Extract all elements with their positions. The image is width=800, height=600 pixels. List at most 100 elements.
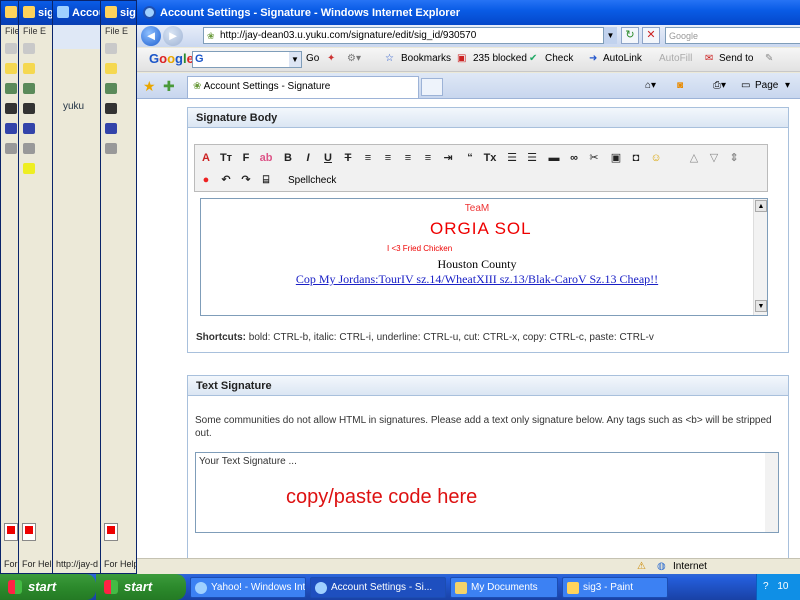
text-color-icon[interactable]: A bbox=[199, 151, 213, 165]
tab-chevron-down-icon[interactable]: ▾ bbox=[785, 80, 790, 91]
picker-icon[interactable] bbox=[105, 83, 117, 94]
bookmarks-button[interactable]: Bookmarks bbox=[401, 53, 451, 64]
task-account-settings[interactable]: Account Settings - Si... bbox=[310, 577, 446, 598]
brush-icon[interactable] bbox=[5, 123, 17, 134]
settings-icon[interactable]: ⚙▾ bbox=[347, 53, 361, 64]
start-button-duplicate[interactable]: start bbox=[96, 574, 186, 600]
highlight-icon[interactable]: ab bbox=[259, 151, 273, 165]
task-paint[interactable]: sig3 - Paint bbox=[562, 577, 668, 598]
task-yahoo[interactable]: Yahoo! - Windows Int... bbox=[190, 577, 306, 598]
brush-icon[interactable] bbox=[23, 123, 35, 134]
picker-icon[interactable] bbox=[5, 83, 17, 94]
brush-icon[interactable] bbox=[105, 123, 117, 134]
system-tray[interactable]: ? 10 bbox=[756, 574, 800, 600]
paint-title-bar[interactable]: sig3 bbox=[19, 1, 53, 25]
fill-icon[interactable] bbox=[23, 163, 35, 174]
strikethrough-icon[interactable]: T bbox=[341, 151, 355, 165]
stop-button[interactable]: ✕ bbox=[642, 27, 660, 44]
feeds-icon[interactable]: ◙ bbox=[677, 80, 683, 91]
align-center-icon[interactable]: ≡ bbox=[381, 151, 395, 165]
eraser-icon[interactable] bbox=[5, 63, 17, 74]
task-my-documents[interactable]: My Documents bbox=[450, 577, 558, 598]
eraser-icon[interactable] bbox=[23, 63, 35, 74]
undo-icon[interactable]: ↶ bbox=[219, 173, 233, 187]
justify-icon[interactable]: ≡ bbox=[421, 151, 435, 165]
italic-icon[interactable]: I bbox=[301, 151, 315, 165]
home-icon[interactable]: ⌂▾ bbox=[645, 80, 656, 91]
pagerank-icon[interactable]: ✦ bbox=[327, 53, 335, 64]
autofill-button[interactable]: AutoFill bbox=[659, 53, 692, 64]
editor-scrollbar[interactable]: ▲ ▼ bbox=[753, 199, 767, 315]
text-signature-scrollbar[interactable] bbox=[765, 453, 778, 532]
signature-editor[interactable]: TeaM ORGIA SOL I <3 Fried Chicken Housto… bbox=[200, 198, 768, 316]
ie-back-title-bar[interactable]: Account bbox=[53, 1, 103, 25]
smiley-icon[interactable]: ☺ bbox=[649, 151, 663, 165]
line-icon[interactable] bbox=[105, 143, 117, 154]
new-tab-button[interactable] bbox=[421, 78, 443, 96]
clear-format-icon[interactable]: Tx bbox=[483, 151, 497, 165]
tab-account-settings[interactable]: ❀ Account Settings - Signature bbox=[187, 76, 419, 98]
paint-title-bar[interactable]: sig3 bbox=[101, 1, 137, 25]
indent-icon[interactable]: ⇥ bbox=[441, 151, 455, 165]
chevron-down-icon[interactable]: ▼ bbox=[289, 52, 301, 67]
horizontal-rule-icon[interactable]: ▬ bbox=[547, 151, 561, 165]
scroll-down-icon[interactable]: ▼ bbox=[755, 300, 767, 312]
eraser-icon[interactable] bbox=[105, 63, 117, 74]
font-size-icon[interactable]: Tт bbox=[219, 151, 233, 165]
unlink-icon[interactable]: ✂ bbox=[587, 151, 601, 165]
align-left-icon[interactable]: ≡ bbox=[361, 151, 375, 165]
ie-title-bar[interactable]: Account Settings - Signature - Windows I… bbox=[137, 0, 800, 25]
forward-button[interactable]: ► bbox=[163, 26, 183, 46]
address-dropdown-chevron-icon[interactable]: ▼ bbox=[603, 27, 617, 44]
picker-icon[interactable] bbox=[23, 83, 35, 94]
help-icon[interactable]: ? bbox=[763, 581, 769, 592]
font-face-icon[interactable]: F bbox=[239, 151, 253, 165]
refresh-button[interactable]: ↻ bbox=[621, 27, 639, 44]
spellcheck-button[interactable]: Spellcheck bbox=[288, 175, 336, 186]
shrink-up-icon[interactable]: △ bbox=[687, 151, 701, 165]
bold-icon[interactable]: B bbox=[281, 151, 295, 165]
paint-menu[interactable]: File E bbox=[101, 25, 137, 39]
video-icon[interactable]: ◘ bbox=[629, 151, 643, 165]
resize-icon[interactable]: ⇕ bbox=[727, 151, 741, 165]
page-menu[interactable]: Page bbox=[755, 80, 778, 91]
google-logo[interactable]: Google bbox=[149, 51, 194, 66]
pencil-icon[interactable]: ✎ bbox=[765, 53, 773, 64]
select-tool-icon[interactable] bbox=[105, 43, 117, 54]
google-go-button[interactable]: Go bbox=[306, 53, 319, 64]
flash-icon[interactable]: ● bbox=[199, 173, 213, 187]
scroll-up-icon[interactable]: ▲ bbox=[755, 200, 767, 212]
paint-window-back-3[interactable]: sig3 File E For Help bbox=[100, 0, 138, 574]
start-button[interactable]: start bbox=[0, 574, 96, 600]
quote-icon[interactable]: “ bbox=[463, 151, 477, 165]
color-palette[interactable] bbox=[22, 523, 36, 541]
ie-window-back[interactable]: Account yuku http://jay-d bbox=[52, 0, 104, 574]
print-icon[interactable]: ⎙▾ bbox=[713, 80, 726, 91]
color-palette[interactable] bbox=[4, 523, 18, 541]
ordered-list-icon[interactable]: ☰ bbox=[505, 151, 519, 165]
autolink-button[interactable]: AutoLink bbox=[603, 53, 642, 64]
pencil-icon[interactable] bbox=[23, 103, 35, 114]
back-button[interactable]: ◄ bbox=[141, 26, 161, 46]
paint-menu[interactable]: File E bbox=[19, 25, 53, 39]
popup-blocked-count[interactable]: 235 blocked bbox=[473, 53, 527, 64]
line-icon[interactable] bbox=[5, 143, 17, 154]
html-source-icon[interactable]: ⌸ bbox=[259, 173, 273, 187]
image-icon[interactable]: ▣ bbox=[609, 151, 623, 165]
send-to-button[interactable]: Send to bbox=[719, 53, 753, 64]
address-bar[interactable]: ❀ http://jay-dean03.u.yuku.com/signature… bbox=[203, 27, 617, 44]
redo-icon[interactable]: ↷ bbox=[239, 173, 253, 187]
select-tool-icon[interactable] bbox=[5, 43, 17, 54]
select-tool-icon[interactable] bbox=[23, 43, 35, 54]
color-palette[interactable] bbox=[104, 523, 118, 541]
expand-down-icon[interactable]: ▽ bbox=[707, 151, 721, 165]
underline-icon[interactable]: U bbox=[321, 151, 335, 165]
pencil-icon[interactable] bbox=[5, 103, 17, 114]
link-icon[interactable]: ∞ bbox=[567, 151, 581, 165]
paint-window-back-2[interactable]: sig3 File E For Help bbox=[18, 0, 54, 574]
add-favorite-icon[interactable]: ✚ bbox=[163, 78, 175, 95]
text-signature-input[interactable]: Your Text Signature ... bbox=[195, 452, 779, 533]
bullet-list-icon[interactable]: ☰ bbox=[525, 151, 539, 165]
check-button[interactable]: Check bbox=[545, 53, 573, 64]
align-right-icon[interactable]: ≡ bbox=[401, 151, 415, 165]
